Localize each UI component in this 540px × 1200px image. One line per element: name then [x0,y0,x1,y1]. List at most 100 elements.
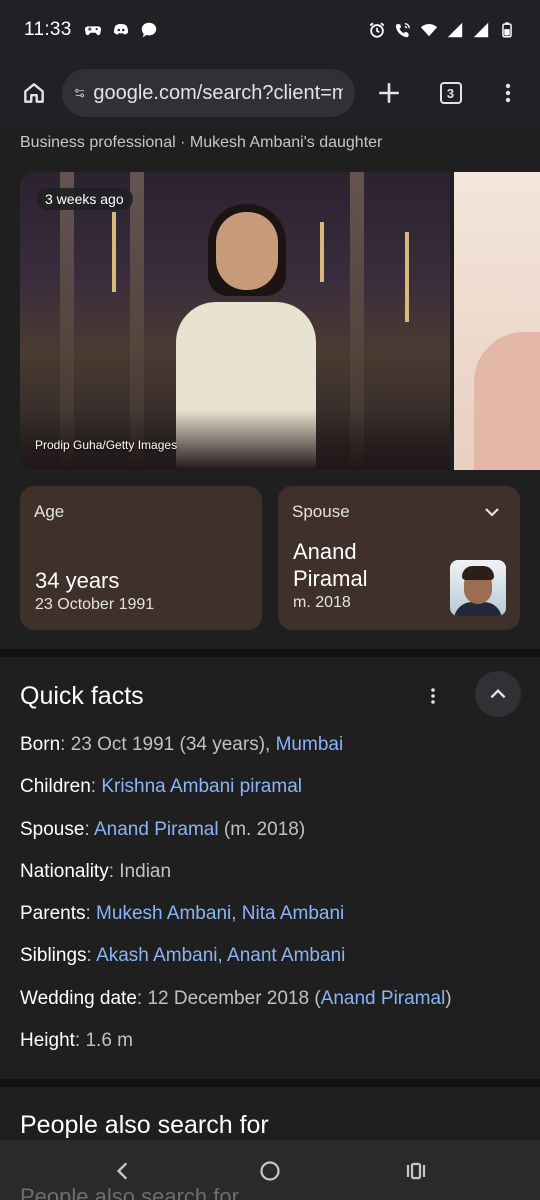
spouse-avatar [450,560,506,616]
image-subject [216,212,278,290]
spouse-expand-button[interactable] [482,502,502,527]
wifi-icon [420,24,438,37]
fact-separator: : [85,903,97,925]
address-bar[interactable]: google.com/search?client=ms-android-sams… [61,69,356,117]
circle-home-icon [260,1161,280,1181]
fact-siblings: Siblings: Akash Ambani, Anant Ambani [20,945,530,987]
sibling-link[interactable]: Akash Ambani [96,945,217,966]
people-also-search-title: People also search for [20,1111,269,1139]
parent-link[interactable]: Nita Ambani [242,903,344,924]
recents-button[interactable] [401,1156,431,1186]
fact-value: : 12 December 2018 ( [136,987,321,1009]
fact-key: Spouse [20,818,85,840]
fact-separator: : [84,818,94,840]
image-backdrop [112,212,116,292]
section-divider [0,1079,540,1087]
wifi-calling-icon [395,23,410,38]
fact-value: : Indian [108,860,172,882]
age-value: 34 years [35,568,120,593]
fact-separator: : [86,945,97,967]
quick-facts-title: Quick facts [20,682,144,710]
image-subject [474,332,540,470]
marriage-year: m. 2018 [293,594,351,611]
entity-subtitle: Business professional · Mukesh Ambani's … [20,134,383,151]
chevron-left-icon [116,1162,128,1180]
quick-facts-list: Born: 23 Oct 1991 (34 years), Mumbai Chi… [20,734,530,1072]
recents-icon [406,1162,426,1180]
url-text[interactable]: google.com/search?client=ms-android-sams… [93,82,343,105]
tab-switcher-button[interactable]: 3 [431,73,471,113]
fact-key: Height [20,1030,75,1052]
birth-date: 23 October 1991 [35,596,155,613]
signal-icon [447,22,463,38]
home-button[interactable] [16,75,52,111]
fact-parents: Parents: Mukesh Ambani, Nita Ambani [20,903,530,945]
fact-children: Children: Krishna Ambani piramal [20,776,530,818]
entity-image-secondary[interactable] [454,172,540,470]
fact-born: Born: 23 Oct 1991 (34 years), Mumbai [20,734,530,776]
signal-icon [473,22,489,38]
spouse-label: Spouse [292,502,350,521]
spouse-card[interactable]: Spouse Anand Piramal m. 2018 [278,486,520,630]
system-icons [368,21,516,39]
section-divider [0,649,540,657]
tab-count: 3 [439,82,462,104]
sibling-link[interactable]: Anant Ambani [227,945,345,966]
home-icon [23,83,44,103]
scrolled-heading-ghost: People also search for [20,1184,239,1200]
new-tab-button[interactable] [369,73,409,113]
image-credit: Prodip Guha/Getty Images [35,438,178,452]
spouse-name-line1: Anand [293,539,357,564]
battery-icon [502,22,512,38]
navigation-bar: People also search for [0,1140,540,1200]
browser-menu-button[interactable] [488,73,528,113]
age-label: Age [34,502,65,521]
image-backdrop [320,222,324,282]
fact-key: Children [20,776,91,798]
chat-bubble-icon [141,22,156,38]
fact-value: : 23 Oct 1991 (34 years), [60,734,276,755]
site-settings-icon[interactable] [74,83,86,103]
birthplace-link[interactable]: Mumbai [276,734,344,755]
fact-key: Born [20,734,61,755]
fact-value: ) [445,987,452,1009]
spouse-link[interactable]: Anand Piramal [94,819,219,840]
child-link[interactable]: Krishna Ambani piramal [101,776,302,797]
spouse-name-line2: Piramal [293,566,368,591]
fact-separator: , [217,945,228,967]
quick-facts-collapse-button[interactable] [475,671,521,717]
home-nav-button[interactable] [255,1156,285,1186]
more-vert-icon [505,83,511,103]
fact-key: Wedding date [20,987,137,1009]
fact-separator: , [231,903,242,925]
entity-image[interactable]: 3 weeks ago Prodip Guha/Getty Images [20,172,450,470]
chevron-up-icon [490,688,506,699]
parent-link[interactable]: Mukesh Ambani [96,903,231,924]
fact-height: Height: 1.6 m [20,1030,530,1072]
alarm-icon [369,22,385,38]
fact-value: (m. 2018) [218,818,306,840]
spouse-link[interactable]: Anand Piramal [321,988,446,1009]
fact-key: Parents [20,903,86,925]
image-time-badge: 3 weeks ago [36,188,133,210]
back-button[interactable] [108,1156,138,1186]
fact-spouse: Spouse: Anand Piramal (m. 2018) [20,819,530,861]
age-card[interactable]: Age 34 years 23 October 1991 [20,486,262,630]
search-results: Business professional · Mukesh Ambani's … [0,126,540,1140]
quick-facts-menu-button[interactable] [418,681,448,711]
more-vert-icon [431,688,435,704]
notification-icons [84,21,158,39]
status-bar: 11:33 [0,0,540,60]
plus-icon [379,83,399,103]
fact-nationality: Nationality: Indian [20,861,530,903]
game-controller-icon [84,26,101,36]
fact-separator: : [90,776,102,798]
browser-toolbar: google.com/search?client=ms-android-sams… [0,60,540,126]
image-backdrop [405,232,409,322]
fact-wedding-date: Wedding date: 12 December 2018 (Anand Pi… [20,988,530,1030]
discord-icon [113,24,128,35]
fact-value: : 1.6 m [74,1030,133,1052]
fact-key: Siblings [20,945,87,967]
status-time: 11:33 [24,19,72,40]
fact-key: Nationality [20,860,109,882]
